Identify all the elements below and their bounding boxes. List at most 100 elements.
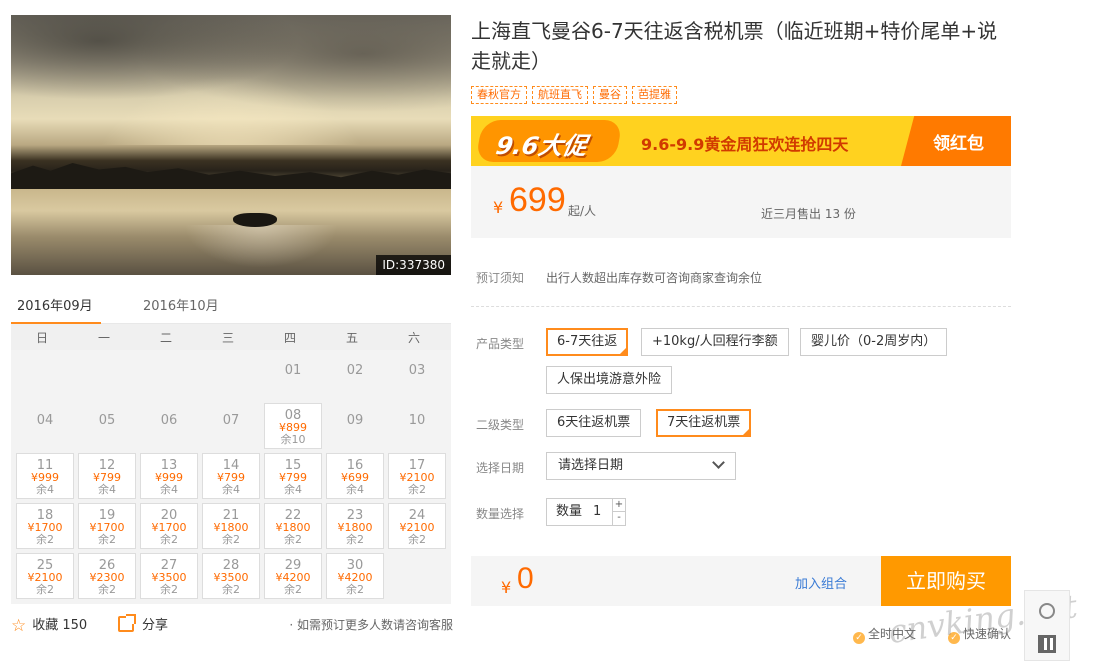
option-6-day-ticket[interactable]: 6天往返机票 xyxy=(546,409,642,437)
calendar-day[interactable]: 28 ¥3500 余2 xyxy=(202,553,260,599)
red-envelope-label: 领红包 xyxy=(933,134,984,154)
calendar-day[interactable]: 22 ¥1800 余2 xyxy=(264,503,322,549)
day-remaining: 余4 xyxy=(98,483,116,496)
day-remaining: 余2 xyxy=(408,533,426,546)
share-label: 分享 xyxy=(142,618,169,633)
favorite-button[interactable]: ☆ 收藏 150 xyxy=(11,614,87,636)
tag-item[interactable]: 春秋官方 xyxy=(471,86,527,104)
date-select-value: 请选择日期 xyxy=(558,458,624,473)
day-remaining: 余2 xyxy=(346,533,364,546)
option-infant-price[interactable]: 婴儿价（0-2周岁内） xyxy=(800,328,948,356)
share-button[interactable]: 分享 xyxy=(118,614,168,633)
weekday-label: 六 xyxy=(407,331,420,345)
product-photo[interactable]: ID:337380 xyxy=(11,15,451,275)
booking-note-text: 出行人数超出库存数可咨询商家查询余位 xyxy=(546,271,763,285)
feedback-icon[interactable] xyxy=(1039,603,1055,619)
day-remaining: 余2 xyxy=(222,583,240,596)
day-remaining: 余4 xyxy=(222,483,240,496)
quantity-label: 数量选择 xyxy=(476,507,525,521)
tag-item[interactable]: 曼谷 xyxy=(593,86,627,104)
day-remaining: 余2 xyxy=(36,583,54,596)
sky-clouds xyxy=(11,15,451,145)
calendar-day: 03 xyxy=(388,353,446,399)
weekday-label: 日 xyxy=(35,331,48,345)
calendar-day: 01 xyxy=(264,353,322,399)
sales-count: 近三月售出 13 份 xyxy=(761,207,856,221)
boat xyxy=(233,213,277,227)
qr-code-icon[interactable] xyxy=(1038,635,1056,653)
sub-type-label: 二级类型 xyxy=(476,418,525,432)
day-remaining: 余2 xyxy=(160,533,178,546)
calendar-day[interactable]: 20 ¥1700 余2 xyxy=(140,503,198,549)
option-extra-luggage[interactable]: +10kg/人回程行李额 xyxy=(641,328,789,356)
calendar-day[interactable]: 29 ¥4200 余2 xyxy=(264,553,322,599)
day-remaining: 余2 xyxy=(284,533,302,546)
star-icon: ☆ xyxy=(11,616,27,636)
day-remaining: 余4 xyxy=(284,483,302,496)
price-calendar: 日 一 二 三 四 五 六 01 02 03 04 05 06 07 08 ¥899 余10 09 10 11 ¥99… xyxy=(11,324,451,604)
weekday-label: 三 xyxy=(221,331,234,345)
tag-item[interactable]: 航班直飞 xyxy=(532,86,588,104)
left-action-bar: ☆ 收藏 150 分享 · 如需预订更多人数请咨询客服 xyxy=(11,612,453,636)
calendar-day[interactable]: 25 ¥2100 余2 xyxy=(16,553,74,599)
calendar-month-tabs: 2016年09月 2016年10月 xyxy=(11,292,451,325)
price-currency: ¥ xyxy=(493,198,504,217)
date-select[interactable]: 请选择日期 xyxy=(546,452,736,480)
side-toolbar xyxy=(1024,590,1070,661)
calendar-day[interactable]: 17 ¥2100 余2 xyxy=(388,453,446,499)
calendar-day[interactable]: 08 ¥899 余10 xyxy=(264,403,322,449)
tab-month-september[interactable]: 2016年09月 xyxy=(11,295,101,325)
quantity-stepper: 数量 1 + - xyxy=(546,498,626,526)
day-remaining: 余2 xyxy=(98,533,116,546)
product-type-label: 产品类型 xyxy=(476,337,525,351)
tab-month-october[interactable]: 2016年10月 xyxy=(143,295,219,324)
add-to-combo-link[interactable]: 加入组合 xyxy=(795,573,847,592)
weekday-label: 四 xyxy=(283,331,296,345)
day-number: 01 xyxy=(284,363,302,378)
calendar-day: 10 xyxy=(388,403,446,449)
option-6-7-day-roundtrip[interactable]: 6-7天往返 xyxy=(546,328,629,356)
calendar-day[interactable]: 15 ¥799 余4 xyxy=(264,453,322,499)
booking-note-label: 预订须知 xyxy=(476,271,525,285)
chevron-down-icon xyxy=(712,456,725,469)
calendar-day[interactable]: 26 ¥2300 余2 xyxy=(78,553,136,599)
quantity-decrease-button[interactable]: - xyxy=(612,512,625,525)
option-7-day-ticket[interactable]: 7天往返机票 xyxy=(656,409,752,437)
quantity-value[interactable]: 1 xyxy=(593,499,601,525)
check-icon: ✓ xyxy=(853,632,865,644)
promo-slogan: 9.6-9.9黄金周狂欢连抢四天 xyxy=(641,135,849,154)
promo-logo: 9.6大促 xyxy=(475,120,623,162)
day-number: 04 xyxy=(36,413,54,428)
calendar-day[interactable]: 18 ¥1700 余2 xyxy=(16,503,74,549)
calendar-day[interactable]: 27 ¥3500 余2 xyxy=(140,553,198,599)
calendar-day[interactable]: 21 ¥1800 余2 xyxy=(202,503,260,549)
red-envelope-button[interactable]: 领红包 xyxy=(901,116,1011,166)
day-remaining: 余2 xyxy=(222,533,240,546)
calendar-day[interactable]: 16 ¥699 余4 xyxy=(326,453,384,499)
weekday-label: 二 xyxy=(159,331,172,345)
product-title: 上海直飞曼谷6-7天往返含税机票（临近班期+特价尾单+说走就走） xyxy=(471,19,998,73)
divider xyxy=(471,306,1011,307)
calendar-day[interactable]: 12 ¥799 余4 xyxy=(78,453,136,499)
day-remaining: 余2 xyxy=(160,583,178,596)
calendar-day[interactable]: 19 ¥1700 余2 xyxy=(78,503,136,549)
promo-banner[interactable]: 9.6大促 9.6-9.9黄金周狂欢连抢四天 领红包 xyxy=(471,116,1011,166)
calendar-day[interactable]: 30 ¥4200 余2 xyxy=(326,553,384,599)
calendar-day[interactable]: 11 ¥999 余4 xyxy=(16,453,74,499)
tag-item[interactable]: 芭提雅 xyxy=(632,86,677,104)
calendar-day: 04 xyxy=(16,403,74,449)
calendar-day[interactable]: 14 ¥799 余4 xyxy=(202,453,260,499)
day-remaining: 余2 xyxy=(284,583,302,596)
quantity-increase-button[interactable]: + xyxy=(612,499,625,512)
total-currency: ¥ xyxy=(501,578,512,597)
day-remaining: 余2 xyxy=(98,583,116,596)
day-remaining: 余10 xyxy=(280,433,306,446)
option-travel-insurance[interactable]: 人保出境游意外险 xyxy=(546,366,673,394)
day-number: 03 xyxy=(408,363,426,378)
favorite-label: 收藏 150 xyxy=(32,618,88,633)
boat-wake xyxy=(171,225,351,275)
calendar-day[interactable]: 23 ¥1800 余2 xyxy=(326,503,384,549)
more-people-note: · 如需预订更多人数请咨询客服 xyxy=(289,618,453,632)
calendar-day[interactable]: 13 ¥999 余4 xyxy=(140,453,198,499)
calendar-day[interactable]: 24 ¥2100 余2 xyxy=(388,503,446,549)
